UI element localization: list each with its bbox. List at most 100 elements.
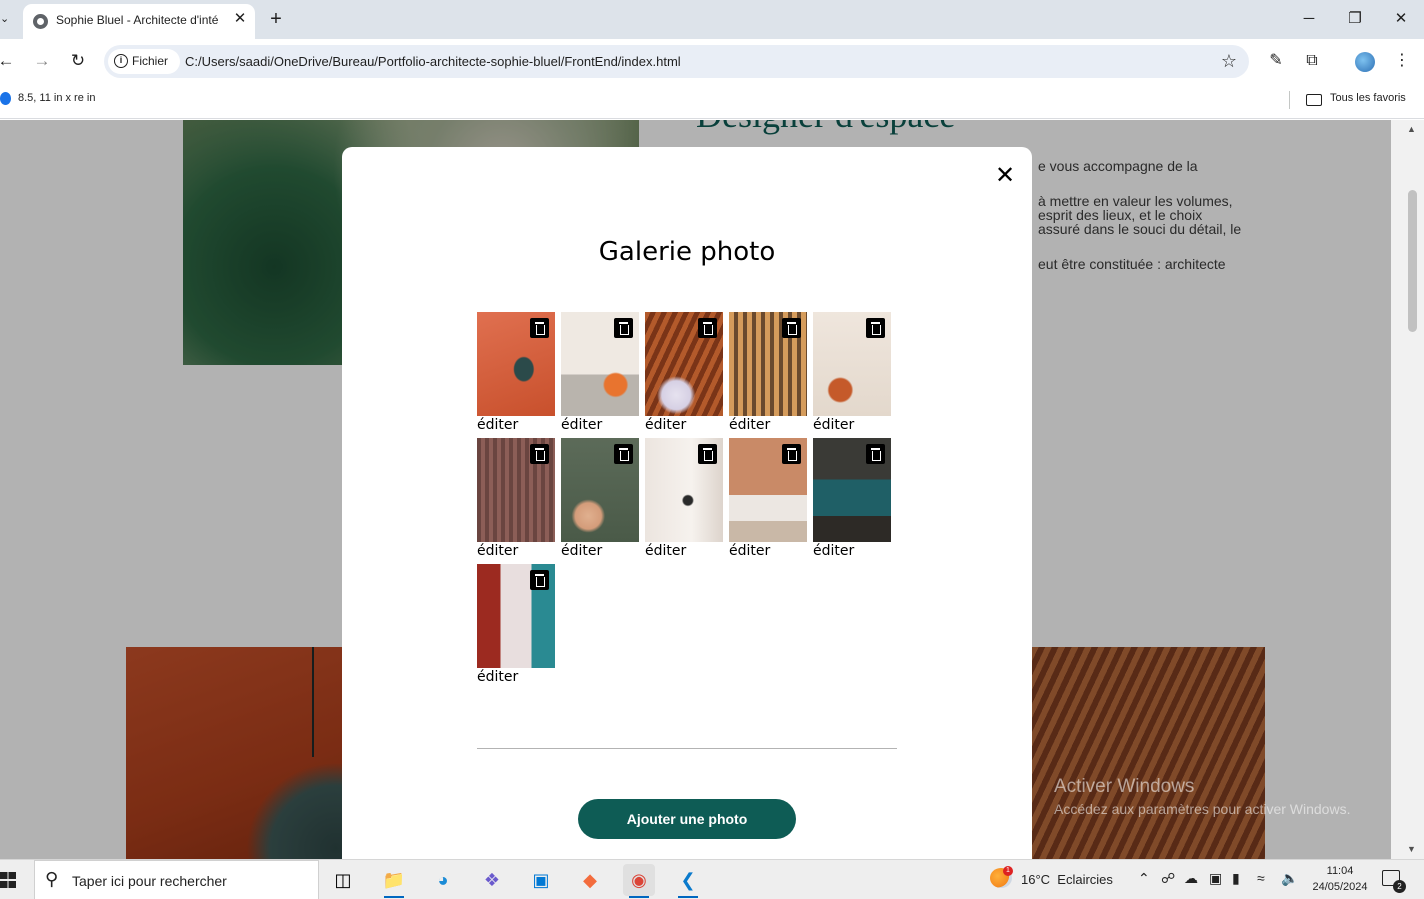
app-running-indicator (384, 896, 404, 898)
address-bar[interactable]: i Fichier C:/Users/saadi/OneDrive/Bureau… (104, 45, 1249, 78)
git-app-icon[interactable]: ◆ (574, 864, 606, 896)
trash-icon[interactable] (530, 318, 549, 338)
volume-icon[interactable]: 🔈 (1281, 870, 1298, 887)
close-window-button[interactable]: ✕ (1386, 8, 1416, 30)
all-bookmarks-link[interactable]: Tous les favoris (1330, 92, 1406, 104)
scrollbar-thumb[interactable] (1408, 190, 1417, 332)
gallery-item: éditer (729, 438, 807, 562)
copilot-icon[interactable]: ❖ (476, 864, 508, 896)
app-running-indicator (678, 896, 698, 898)
gallery-modal: ✕ Galerie photo éditer éditer éditer édi… (342, 147, 1032, 859)
trash-icon[interactable] (698, 444, 717, 464)
profile-avatar[interactable] (1355, 52, 1375, 72)
pen-extension-icon[interactable]: ✎ (1264, 49, 1288, 73)
edit-link[interactable]: éditer (477, 543, 518, 559)
trash-icon[interactable] (614, 318, 633, 338)
edit-link[interactable]: éditer (645, 543, 686, 559)
clock[interactable]: 11:04 24/05/2024 (1300, 863, 1380, 895)
trash-icon[interactable] (530, 444, 549, 464)
trash-icon[interactable] (866, 444, 885, 464)
globe-favicon-icon (33, 14, 48, 29)
scroll-up-arrow-icon[interactable]: ▲ (1407, 124, 1416, 134)
clock-time: 11:04 (1326, 865, 1354, 877)
file-explorer-icon[interactable]: 📁 (378, 864, 410, 898)
gallery-item: éditer (813, 438, 891, 562)
taskbar-search-placeholder: Taper ici pour rechercher (72, 873, 227, 889)
extensions-puzzle-icon[interactable]: ⧉ (1300, 49, 1324, 73)
gallery-item: éditer (477, 312, 555, 436)
bookmark-item[interactable]: 8.5, 11 in x re in (18, 92, 95, 104)
modal-title: Galerie photo (598, 237, 776, 267)
vscode-icon[interactable]: ❮ (672, 864, 704, 898)
gallery-item: éditer (645, 312, 723, 436)
folder-icon (1306, 94, 1322, 106)
edit-link[interactable]: éditer (813, 543, 854, 559)
trash-icon[interactable] (782, 444, 801, 464)
meet-icon[interactable]: ☍ (1161, 870, 1175, 887)
battery-icon[interactable]: ▮ (1232, 870, 1240, 887)
bookmark-favicon-icon (0, 92, 11, 105)
add-photo-button[interactable]: Ajouter une photo (578, 799, 796, 839)
edit-link[interactable]: éditer (477, 669, 518, 685)
trash-icon[interactable] (782, 318, 801, 338)
browser-tab-active[interactable]: Sophie Bluel - Architecte d'inté ✕ (23, 4, 255, 39)
edit-link[interactable]: éditer (561, 543, 602, 559)
new-tab-icon[interactable]: + (265, 8, 287, 30)
edit-link[interactable]: éditer (729, 543, 770, 559)
close-icon[interactable]: ✕ (994, 164, 1016, 188)
edit-link[interactable]: éditer (813, 417, 854, 433)
gallery-item: éditer (477, 438, 555, 562)
trash-icon[interactable] (866, 318, 885, 338)
weather-temperature: 16°C (1021, 872, 1051, 887)
clock-date: 24/05/2024 (1312, 881, 1368, 893)
chip-label: Fichier (132, 54, 169, 68)
taskbar-search-box[interactable]: ⚲ Taper ici pour rechercher (34, 860, 319, 899)
edit-link[interactable]: éditer (645, 417, 686, 433)
weather-description: Eclaircies (1057, 872, 1113, 887)
reload-icon[interactable]: ↻ (66, 49, 90, 73)
weather-widget[interactable]: 16°C Eclaircies (1021, 872, 1113, 887)
gallery-item: éditer (477, 564, 555, 688)
gallery-item: éditer (729, 312, 807, 436)
edit-link[interactable]: éditer (729, 417, 770, 433)
scroll-down-arrow-icon[interactable]: ▼ (1407, 844, 1416, 854)
edit-link[interactable]: éditer (477, 417, 518, 433)
gallery-item: éditer (561, 438, 639, 562)
browser-toolbar: ← → ↻ i Fichier C:/Users/saadi/OneDrive/… (0, 39, 1424, 85)
bookmarks-divider (1289, 91, 1290, 109)
gallery-item: éditer (561, 312, 639, 436)
site-info-chip[interactable]: i Fichier (108, 49, 180, 74)
screen: ⌄ Sophie Bluel - Architecte d'inté ✕ + ─… (0, 0, 1424, 899)
gallery-item: éditer (645, 438, 723, 562)
vertical-scrollbar[interactable]: ▲ ▼ (1391, 120, 1424, 859)
minimize-button[interactable]: ─ (1294, 8, 1324, 30)
menu-kebab-icon[interactable]: ⋮ (1390, 49, 1414, 73)
app-running-indicator (629, 896, 649, 898)
url-text[interactable]: C:/Users/saadi/OneDrive/Bureau/Portfolio… (185, 54, 681, 69)
restore-button[interactable]: ❐ (1340, 8, 1370, 30)
tab-title: Sophie Bluel - Architecte d'inté (56, 13, 219, 27)
task-view-icon[interactable]: ◫ (327, 864, 359, 896)
trash-icon[interactable] (530, 570, 549, 590)
trash-icon[interactable] (698, 318, 717, 338)
edit-link[interactable]: éditer (561, 417, 602, 433)
trash-icon[interactable] (614, 444, 633, 464)
bookmark-star-icon[interactable]: ☆ (1221, 49, 1237, 73)
watermark-title: Activer Windows (1054, 776, 1195, 797)
bookmarks-bar: 8.5, 11 in x re in Tous les favoris (0, 85, 1424, 119)
tab-close-icon[interactable]: ✕ (231, 10, 249, 28)
modal-divider (477, 748, 897, 749)
back-arrow-icon[interactable]: ← (0, 49, 18, 73)
chrome-icon[interactable]: ◉ (623, 864, 655, 898)
browser-tab-strip: ⌄ Sophie Bluel - Architecte d'inté ✕ + ─… (0, 0, 1424, 39)
windows-start-icon[interactable] (0, 872, 16, 888)
tab-search-chevron-icon[interactable]: ⌄ (0, 8, 16, 30)
tray-chevron-icon[interactable]: ⌃ (1138, 870, 1150, 887)
forward-arrow-icon[interactable]: → (30, 49, 54, 73)
wifi-icon[interactable]: ≈ (1257, 870, 1265, 886)
display-icon[interactable]: ▣ (1209, 870, 1222, 887)
onedrive-cloud-icon[interactable]: ☁ (1184, 870, 1198, 887)
edge-browser-icon[interactable]: ◕ (427, 864, 459, 896)
watermark-subtitle: Accédez aux paramètres pour activer Wind… (1054, 801, 1351, 817)
microsoft-store-icon[interactable]: ▣ (525, 864, 557, 896)
